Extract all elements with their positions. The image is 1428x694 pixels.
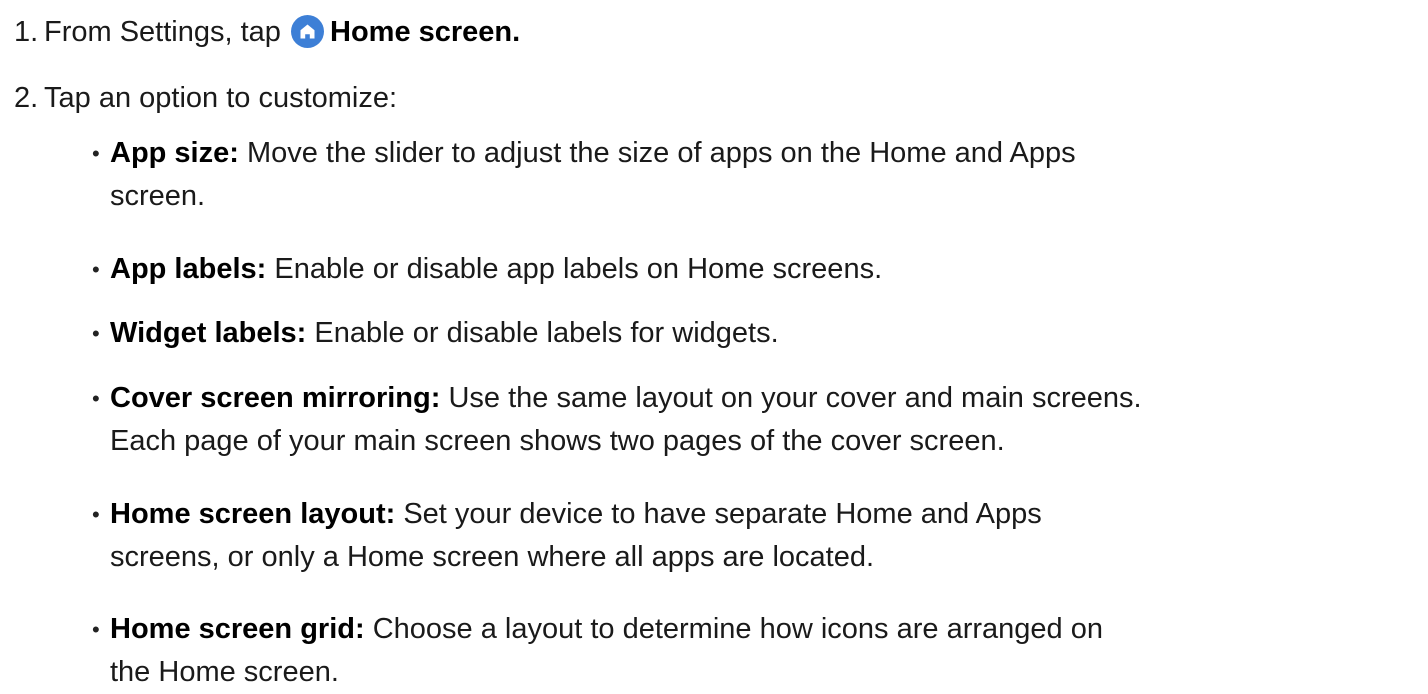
option-description-continued: screens, or only a Home screen where all… <box>110 541 875 573</box>
option-description: Enable or disable app labels on Home scr… <box>266 253 883 285</box>
step-number: 1. <box>14 16 39 48</box>
step-text: Tap an option to customize: <box>44 82 398 114</box>
option-title: App labels: <box>110 253 267 285</box>
option-description: Move the slider to adjust the size of ap… <box>238 137 1076 169</box>
option-title: Widget labels: <box>110 317 307 349</box>
option-title: App size: <box>110 137 239 169</box>
option-description: Enable or disable labels for widgets. <box>306 317 779 349</box>
bullet-icon: • <box>92 502 100 527</box>
list-item-app-size: • App size: Move the slider to adjust th… <box>92 132 1410 218</box>
option-title: Cover screen mirroring: <box>110 382 441 414</box>
step-1: 1. From Settings, tap Home screen. <box>0 11 520 53</box>
option-description: Use the same layout on your cover and ma… <box>440 382 1142 414</box>
list-item-app-labels: • App labels: Enable or disable app labe… <box>92 248 1410 291</box>
bullet-icon: • <box>92 141 100 166</box>
instruction-document: 1. From Settings, tap Home screen. 2. Tap … <box>0 0 1428 688</box>
option-title: Home screen grid: <box>110 613 365 645</box>
home-screen-label: Home screen. <box>330 16 521 48</box>
step-2: 2. Tap an option to customize: <box>0 77 397 119</box>
bullet-icon: • <box>92 617 100 642</box>
step-number: 2. <box>14 82 39 114</box>
home-icon <box>291 15 324 48</box>
step-text: From Settings, tap <box>44 16 281 48</box>
option-description-continued: Each page of your main screen shows two … <box>110 425 1005 457</box>
list-item-cover-screen-mirroring: • Cover screen mirroring: Use the same l… <box>92 377 1410 463</box>
list-item-widget-labels: • Widget labels: Enable or disable label… <box>92 312 1410 355</box>
option-description-continued: screen. <box>110 180 206 212</box>
list-item-home-screen-grid: • Home screen grid: Choose a layout to d… <box>92 608 1410 694</box>
option-title: Home screen layout: <box>110 498 396 530</box>
bullet-icon: • <box>92 386 100 411</box>
bullet-icon: • <box>92 321 100 346</box>
option-description: Choose a layout to determine how icons a… <box>364 613 1103 645</box>
list-item-home-screen-layout: • Home screen layout: Set your device to… <box>92 493 1410 579</box>
option-description-continued: the Home screen. <box>110 656 339 688</box>
bullet-icon: • <box>92 257 100 282</box>
option-description: Set your device to have separate Home an… <box>395 498 1042 530</box>
